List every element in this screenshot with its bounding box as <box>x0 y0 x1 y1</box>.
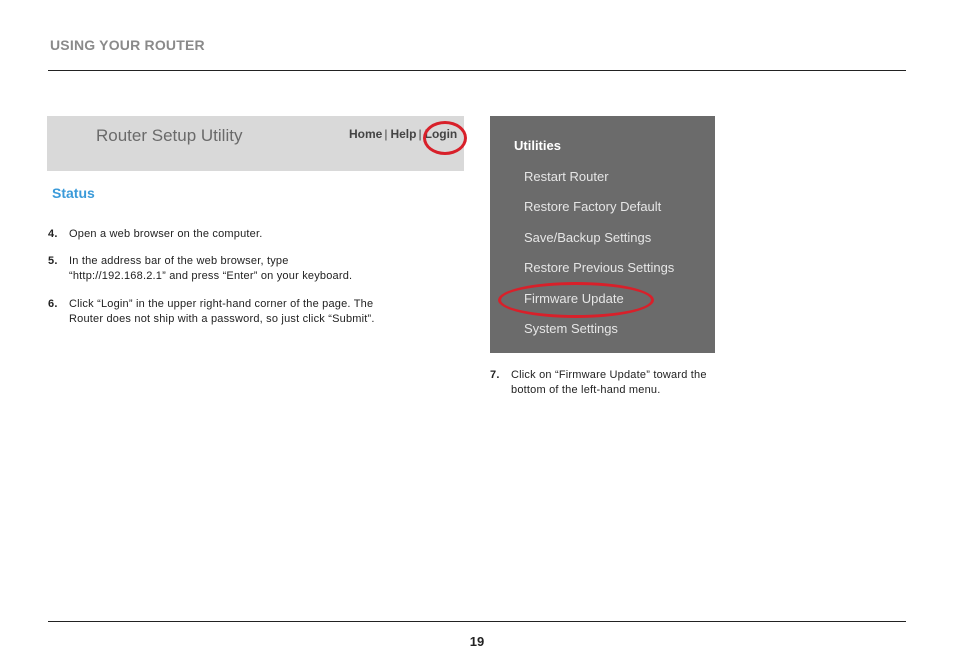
router-setup-title: Router Setup Utility <box>96 126 243 145</box>
status-heading: Status <box>52 185 95 201</box>
menu-item-restore-factory-default[interactable]: Restore Factory Default <box>524 199 661 214</box>
firmware-update-highlight-circle <box>498 282 654 318</box>
step-text: Open a web browser on the computer. <box>69 227 263 242</box>
step-line: Click “Login” in the upper right-hand co… <box>69 298 374 310</box>
page-number: 19 <box>469 634 485 649</box>
step-number: 5. <box>48 255 58 267</box>
menu-item-restore-previous-settings[interactable]: Restore Previous Settings <box>524 260 674 275</box>
step-line: Open a web browser on the computer. <box>69 228 263 240</box>
step-text: Click “Login” in the upper right-hand co… <box>69 297 375 327</box>
help-link[interactable]: Help <box>390 127 416 141</box>
step-text: In the address bar of the web browser, t… <box>69 254 352 284</box>
step-number: 7. <box>490 369 500 381</box>
step-line: “http://192.168.2.1” and press “Enter” o… <box>69 270 353 282</box>
menu-item-restart-router[interactable]: Restart Router <box>524 169 609 184</box>
home-link[interactable]: Home <box>349 127 382 141</box>
top-divider <box>48 70 906 71</box>
menu-item-save-backup-settings[interactable]: Save/Backup Settings <box>524 230 651 245</box>
step-line: Click on “Firmware Update” toward the <box>511 369 707 381</box>
step-line: In the address bar of the web browser, t… <box>69 255 289 267</box>
login-highlight-circle <box>423 121 467 155</box>
step-text: Click on “Firmware Update” toward the bo… <box>511 368 707 398</box>
step-line: Router does not ship with a password, so… <box>69 313 375 325</box>
utilities-menu-screenshot: Utilities Restart Router Restore Factory… <box>490 116 715 353</box>
step-number: 6. <box>48 298 58 310</box>
nav-separator: | <box>384 127 388 141</box>
router-setup-screenshot: Router Setup Utility Home | Help | Login <box>47 116 467 171</box>
menu-item-system-settings[interactable]: System Settings <box>524 321 618 336</box>
step-number: 4. <box>48 228 58 240</box>
section-title: USING YOUR ROUTER <box>50 37 205 53</box>
step-line: bottom of the left-hand menu. <box>511 384 661 396</box>
utilities-title: Utilities <box>514 138 561 153</box>
nav-separator: | <box>418 127 422 141</box>
bottom-divider <box>48 621 906 622</box>
